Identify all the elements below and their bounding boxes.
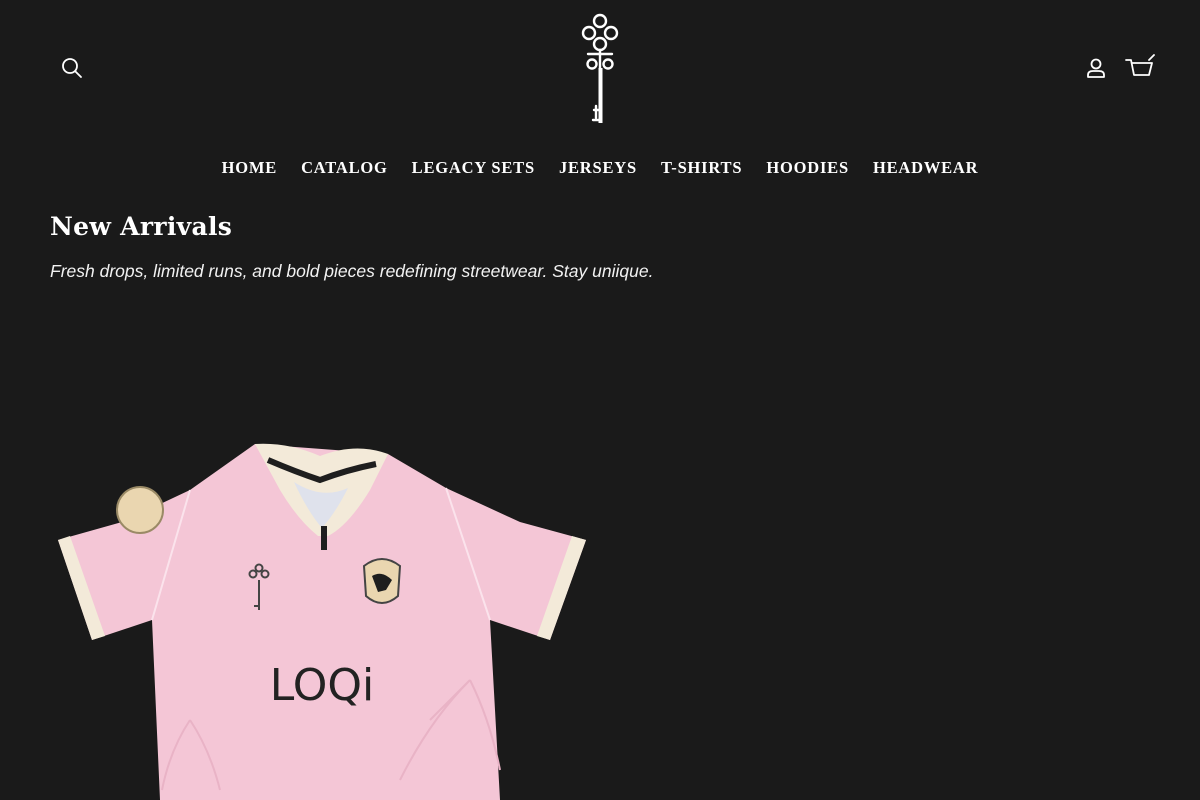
nav-item-t-shirts[interactable]: T-SHIRTS [661, 154, 742, 182]
account-icon [1087, 58, 1105, 78]
search-button[interactable] [56, 52, 88, 84]
product-card[interactable]: LOQi [50, 340, 600, 800]
nav-item-catalog[interactable]: CATALOG [301, 154, 388, 182]
site-logo[interactable] [572, 8, 628, 128]
nav-item-jerseys[interactable]: JERSEYS [559, 154, 637, 182]
jersey-brand-text: LOQi [270, 660, 374, 711]
collection-description: Fresh drops, limited runs, and bold piec… [50, 261, 654, 281]
cart-icon [1125, 54, 1155, 76]
search-icon [62, 58, 82, 78]
nav-item-headwear[interactable]: HEADWEAR [873, 154, 978, 182]
page-title: New Arrivals [50, 212, 233, 241]
site-header [0, 0, 1200, 140]
key-logo-icon [581, 13, 619, 123]
nav-item-hoodies[interactable]: HOODIES [766, 154, 849, 182]
shoulder-patch [116, 486, 164, 534]
account-button[interactable] [1080, 52, 1112, 84]
nav-item-legacy-sets[interactable]: LEGACY SETS [412, 154, 535, 182]
nav-item-home[interactable]: HOME [222, 154, 277, 182]
cart-button[interactable] [1122, 50, 1158, 84]
main-nav: HOME CATALOG LEGACY SETS JERSEYS T-SHIRT… [0, 152, 1200, 184]
product-image: LOQi [58, 443, 586, 800]
